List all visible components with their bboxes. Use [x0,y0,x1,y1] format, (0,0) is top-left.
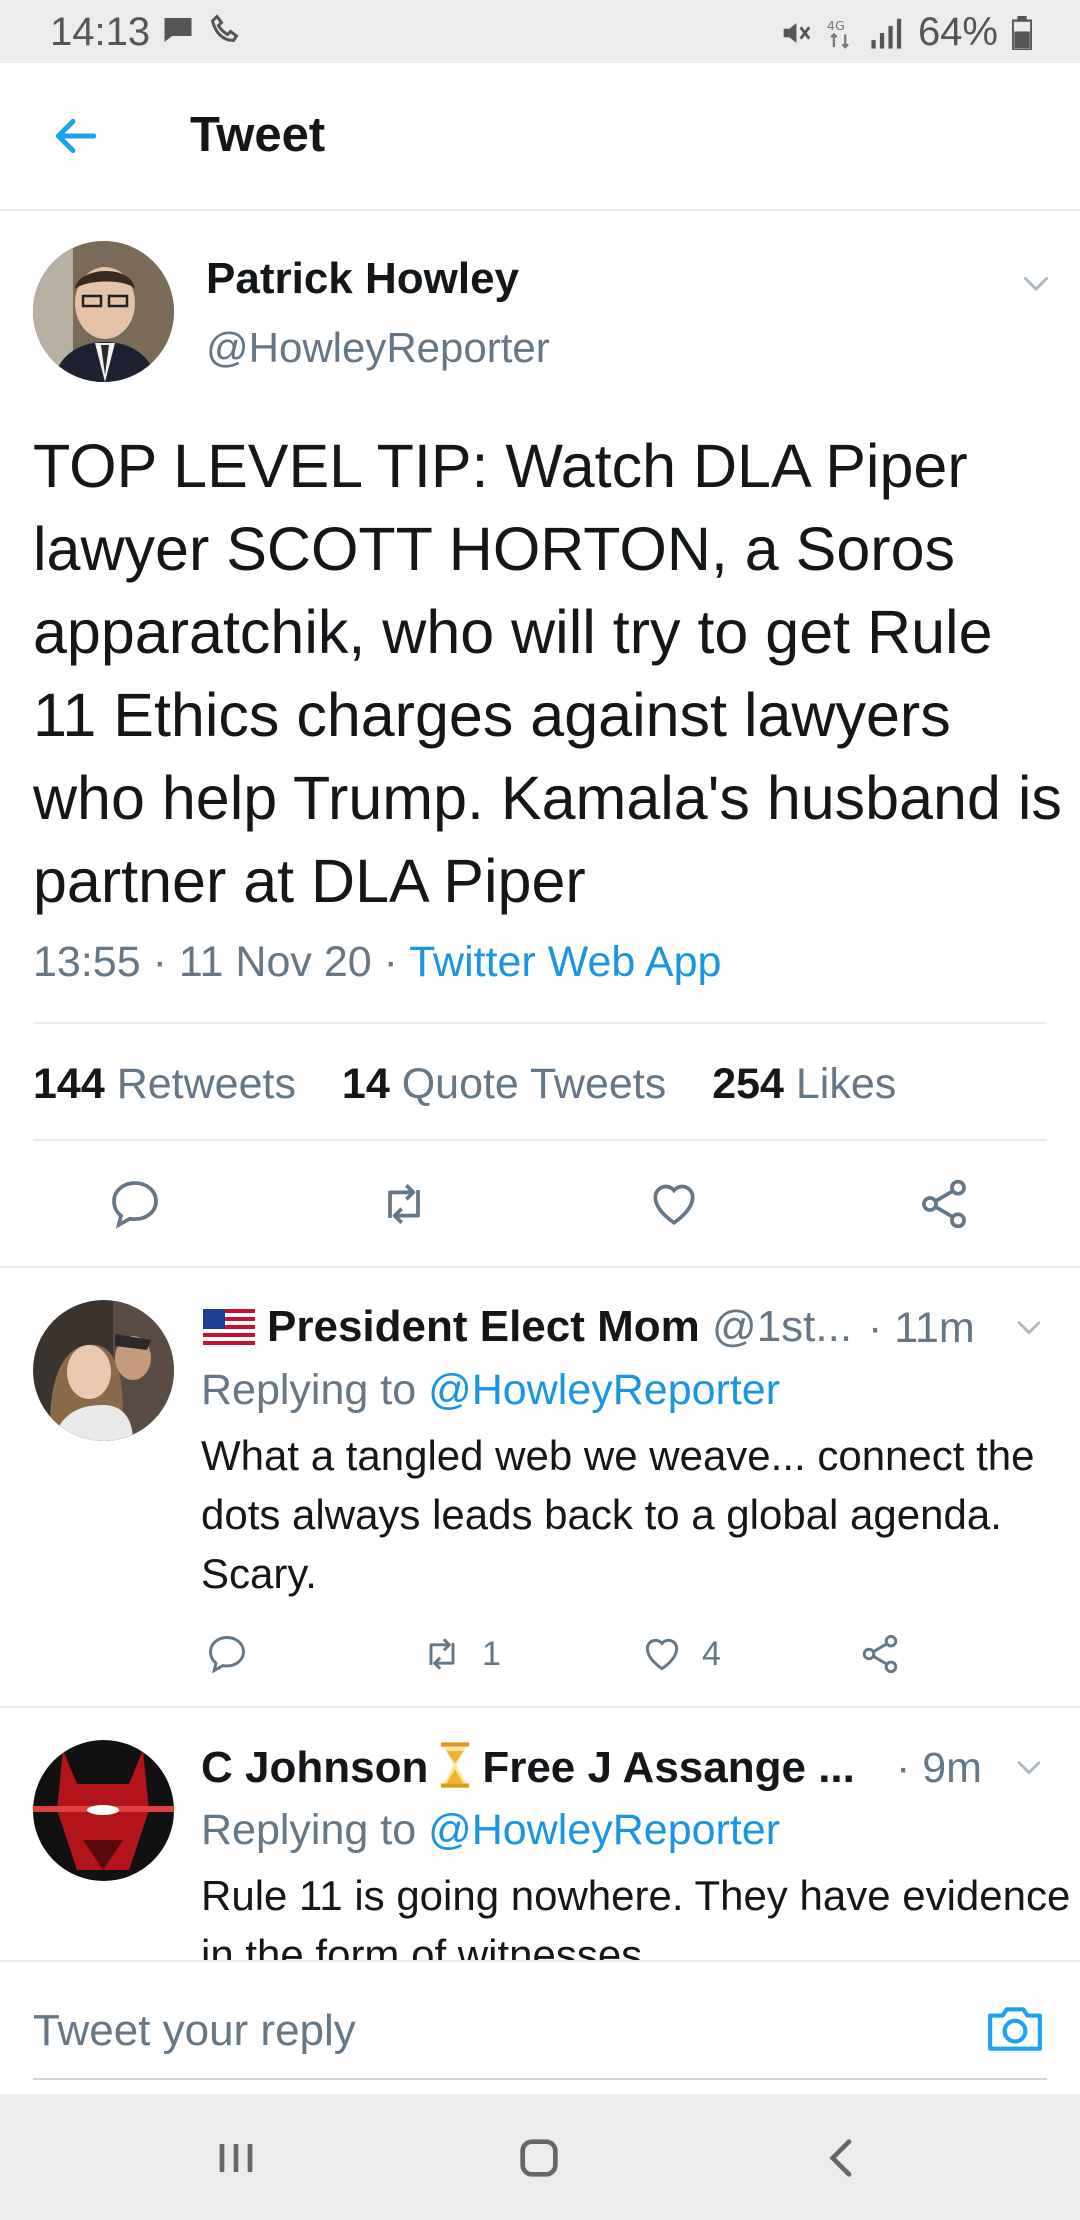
replying-to-link[interactable]: @HowleyReporter [428,1806,780,1854]
signal-icon [870,17,904,49]
retweet-count: 1 [482,1634,501,1673]
call-icon [208,12,244,48]
back-arrow-icon[interactable] [50,111,100,161]
system-nav-bar [0,2094,1080,2220]
back-icon[interactable] [814,2130,870,2186]
reply-icon[interactable] [107,1176,163,1232]
chevron-down-icon[interactable] [1012,1750,1046,1784]
share-icon[interactable] [858,1632,902,1676]
tweet-source-link[interactable]: Twitter Web App [409,938,721,986]
like-count: 4 [702,1634,721,1673]
battery-icon [1012,15,1032,50]
battery-percent: 64% [917,10,998,54]
reply-composer[interactable]: Tweet your reply [0,1960,1080,2096]
message-icon [160,12,196,48]
heart-icon [645,1638,679,1671]
retweets-stat[interactable]: 144 Retweets [33,1060,296,1108]
input-underline [33,2078,1047,2080]
retweet-icon [429,1638,455,1670]
reply-handle: @1st... [712,1302,853,1351]
recent-apps-icon[interactable] [208,2130,264,2186]
reply-avatar[interactable] [33,1740,174,1881]
reply-text: What a tangled web we weave... connect t… [201,1432,1035,1597]
tweet-date: 11 Nov 20 [178,938,372,986]
data-icon: 4G [826,16,856,50]
tweet-meta: 13:55 · 11 Nov 20 · Twitter Web App [33,938,721,987]
quote-tweets-stat[interactable]: 14 Quote Tweets [342,1060,666,1108]
us-flag-icon [203,1306,255,1356]
page-title: Tweet [190,108,326,162]
reply-author[interactable]: President Elect Mom @1st... [203,1302,852,1356]
chevron-down-icon[interactable] [1018,265,1054,301]
like-button[interactable]: 4 [640,1632,721,1676]
mute-icon [778,16,812,50]
tweet-time: 13:55 [33,938,141,986]
reply-author[interactable]: C Johnson Free J Assange ... [201,1742,855,1799]
retweet-icon[interactable] [376,1176,432,1232]
reply-icon[interactable] [205,1632,249,1676]
reply-time: · 11m [868,1304,975,1352]
reply-time: · 9m [896,1744,982,1792]
author-name[interactable]: Patrick Howley [206,254,519,304]
tweet-stats: 144 Retweets 14 Quote Tweets 254 Likes [33,1060,930,1109]
meta-separator: · [152,938,167,986]
share-icon[interactable] [916,1176,972,1232]
divider [33,1139,1047,1141]
author-avatar[interactable] [33,241,174,382]
status-bar: 14:13 4G 64% [0,0,1080,63]
replying-to-link[interactable]: @HowleyReporter [428,1366,780,1414]
home-icon[interactable] [511,2130,567,2186]
retweet-button[interactable]: 1 [420,1632,501,1676]
svg-text:4G: 4G [827,19,845,34]
camera-icon[interactable] [986,2002,1044,2054]
divider [0,1706,1080,1708]
chevron-down-icon[interactable] [1012,1310,1046,1344]
status-time: 14:13 [50,10,151,54]
tweet-text: TOP LEVEL TIP: Watch DLA Piper lawyer SC… [33,432,1062,915]
meta-separator: · [383,938,398,986]
likes-stat[interactable]: 254 Likes [712,1060,896,1108]
app-header: Tweet [0,63,1080,211]
heart-icon[interactable] [646,1176,702,1232]
hourglass-icon [438,1742,472,1799]
author-handle[interactable]: @HowleyReporter [206,324,550,372]
tweet-reply-input[interactable]: Tweet your reply [33,2006,356,2056]
divider [33,1022,1047,1024]
replying-to: Replying to @HowleyReporter [201,1806,781,1854]
divider [0,1266,1080,1268]
reply-avatar[interactable] [33,1300,174,1441]
replying-to: Replying to @HowleyReporter [201,1366,781,1414]
